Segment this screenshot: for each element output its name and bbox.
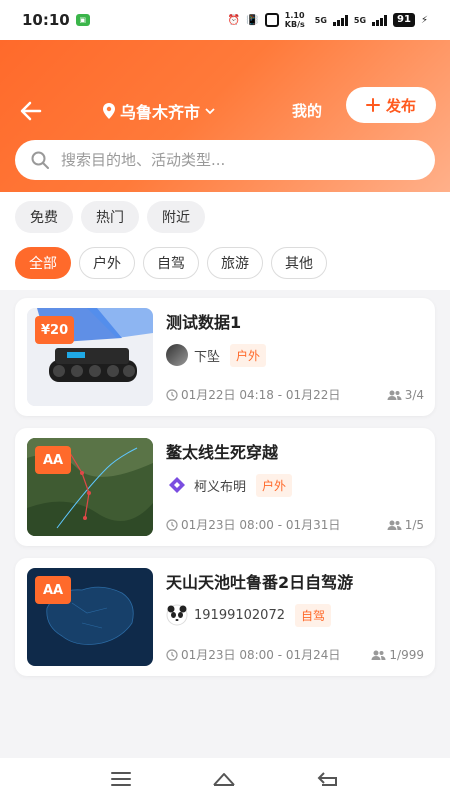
- signal-icon: [332, 14, 348, 26]
- activity-thumbnail: ¥20: [27, 308, 153, 406]
- filter-free[interactable]: 免费: [15, 201, 73, 233]
- status-icons: ⏰ 📳 1.10 KB/s 5G 5G 91 ⚡: [228, 11, 428, 29]
- date-text: 01月23日 08:00 - 01月24日: [181, 648, 341, 662]
- participant-count: 3/4: [387, 388, 424, 402]
- category-outdoor[interactable]: 户外: [79, 247, 135, 279]
- category-tag: 户外: [230, 343, 267, 367]
- organizer-row: 柯义布明 户外: [166, 472, 293, 498]
- organizer-name: 19199102072: [194, 607, 285, 623]
- avatar: [166, 344, 188, 366]
- search-icon: [31, 151, 49, 169]
- location-label: 乌鲁木齐市: [120, 103, 201, 122]
- publish-button[interactable]: 发布: [346, 87, 436, 123]
- location-selector[interactable]: 乌鲁木齐市: [102, 98, 216, 124]
- fee-badge: AA: [35, 446, 71, 474]
- date-range: 01月23日 08:00 - 01月31日: [166, 516, 340, 533]
- home-icon[interactable]: [211, 770, 237, 788]
- status-time: 10:10: [22, 11, 70, 29]
- menu-icon[interactable]: [110, 771, 132, 787]
- category-travel[interactable]: 旅游: [207, 247, 263, 279]
- alarm-icon: ⏰: [227, 14, 241, 26]
- header: 乌鲁木齐市 我的 发布: [0, 40, 450, 192]
- people-icon: [387, 390, 402, 400]
- date-text: 01月22日 04:18 - 01月22日: [181, 388, 341, 402]
- date-range: 01月23日 08:00 - 01月24日: [166, 646, 340, 663]
- clock-icon: [166, 648, 178, 661]
- price-badge: ¥20: [35, 316, 75, 344]
- activity-title: 测试数据1: [166, 313, 242, 332]
- publish-label: 发布: [385, 96, 416, 115]
- count-text: 1/5: [404, 517, 424, 532]
- charging-icon: ⚡: [420, 14, 428, 26]
- category-tag: 户外: [256, 473, 293, 497]
- activity-thumbnail: AA: [27, 568, 153, 666]
- app-notification-icon: ▣: [75, 14, 90, 26]
- activity-card[interactable]: AA 天山天池吐鲁番2日自驾游 19199102072 自驾 01月23日 08…: [15, 558, 435, 676]
- activity-title: 天山天池吐鲁番2日自驾游: [166, 573, 354, 592]
- meta-row: 01月22日 04:18 - 01月22日 3/4: [166, 386, 424, 403]
- signal-icon-2: [372, 14, 388, 26]
- participant-count: 1/999: [371, 648, 424, 662]
- location-pin-icon: [103, 103, 115, 119]
- organizer-row: 下坠 户外: [166, 342, 267, 368]
- fee-badge: AA: [35, 576, 71, 604]
- meta-row: 01月23日 08:00 - 01月31日 1/5: [166, 516, 424, 533]
- clock-icon: [166, 388, 178, 401]
- plus-icon: [365, 98, 380, 112]
- back-nav-icon[interactable]: [316, 770, 340, 788]
- contact-icon: [264, 13, 279, 27]
- status-bar: 10:10 ▣ ⏰ 📳 1.10 KB/s 5G 5G 91 ⚡: [0, 0, 450, 40]
- people-icon: [371, 650, 386, 660]
- filter-hot[interactable]: 热门: [81, 201, 139, 233]
- avatar: [166, 604, 188, 626]
- participant-count: 1/5: [387, 518, 424, 532]
- system-nav-bar: [0, 758, 450, 800]
- battery-icon: 91: [393, 13, 415, 27]
- organizer-name: 柯义布明: [194, 479, 247, 495]
- activity-card[interactable]: ¥20 测试数据1 下坠 户外 01月22日 04:18 - 01月22日 3/…: [15, 298, 435, 416]
- vibrate-icon: 📳: [246, 14, 259, 26]
- avatar: [169, 477, 185, 493]
- filter-nearby[interactable]: 附近: [147, 201, 205, 233]
- activity-thumbnail: AA: [27, 438, 153, 536]
- filter-panel: 免费 热门 附近 全部 户外 自驾 旅游 其他: [0, 192, 450, 290]
- category-other[interactable]: 其他: [271, 247, 327, 279]
- clock-icon: [166, 518, 178, 531]
- date-text: 01月23日 08:00 - 01月31日: [181, 518, 341, 532]
- sim1-type: 5G: [314, 15, 327, 25]
- mine-link[interactable]: 我的: [292, 100, 322, 121]
- sim2-type: 5G: [353, 15, 367, 25]
- organizer-name: 下坠: [194, 349, 221, 365]
- count-text: 1/999: [389, 647, 424, 662]
- people-icon: [387, 520, 402, 530]
- activity-title: 鳌太线生死穿越: [166, 443, 279, 462]
- search-bar[interactable]: [15, 140, 435, 180]
- chevron-down-icon: [205, 108, 215, 115]
- net-speed: 1.10 KB/s: [284, 11, 305, 29]
- back-button[interactable]: [18, 98, 44, 124]
- activity-card[interactable]: AA 鳌太线生死穿越 柯义布明 户外 01月23日 08:00 - 01月31日…: [15, 428, 435, 546]
- date-range: 01月22日 04:18 - 01月22日: [166, 386, 340, 403]
- arrow-left-icon: [20, 101, 42, 121]
- search-input[interactable]: [61, 151, 401, 169]
- category-selfdrive[interactable]: 自驾: [143, 247, 199, 279]
- organizer-row: 19199102072 自驾: [166, 602, 331, 628]
- category-all[interactable]: 全部: [15, 247, 71, 279]
- meta-row: 01月23日 08:00 - 01月24日 1/999: [166, 646, 424, 663]
- count-text: 3/4: [404, 387, 424, 402]
- category-tag: 自驾: [294, 603, 331, 627]
